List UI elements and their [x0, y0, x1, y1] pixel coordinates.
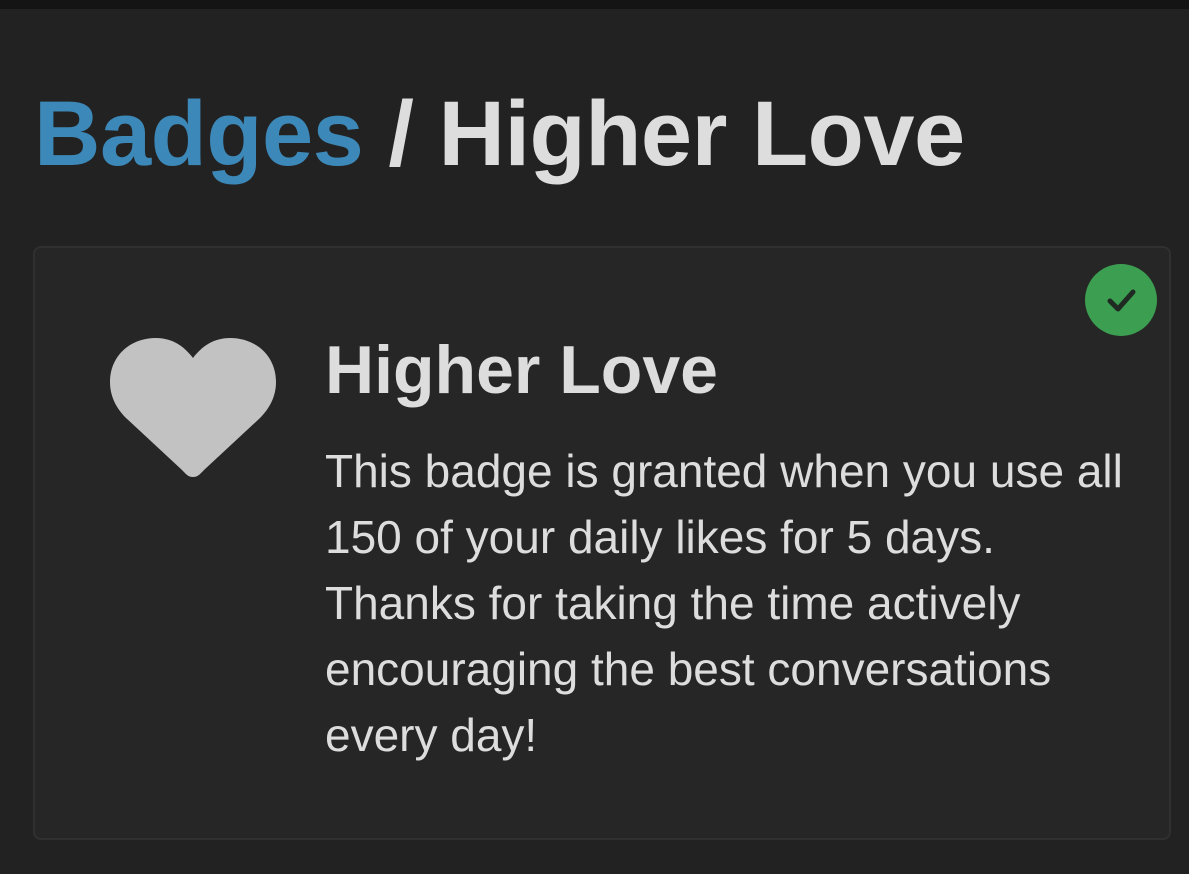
- breadcrumb-current: Higher Love: [438, 83, 966, 185]
- page-title: Badges / Higher Love: [34, 84, 965, 184]
- heart-icon: [108, 334, 278, 484]
- badge-description: This badge is granted when you use all 1…: [325, 445, 1123, 761]
- granted-check-icon: [1085, 264, 1157, 336]
- badge-card: Higher Love This badge is granted when y…: [33, 246, 1171, 840]
- breadcrumb-separator: /: [388, 83, 414, 185]
- badge-name: Higher Love: [325, 332, 718, 408]
- breadcrumb-badges-link[interactable]: Badges: [34, 83, 364, 185]
- top-header-strip: [0, 0, 1189, 9]
